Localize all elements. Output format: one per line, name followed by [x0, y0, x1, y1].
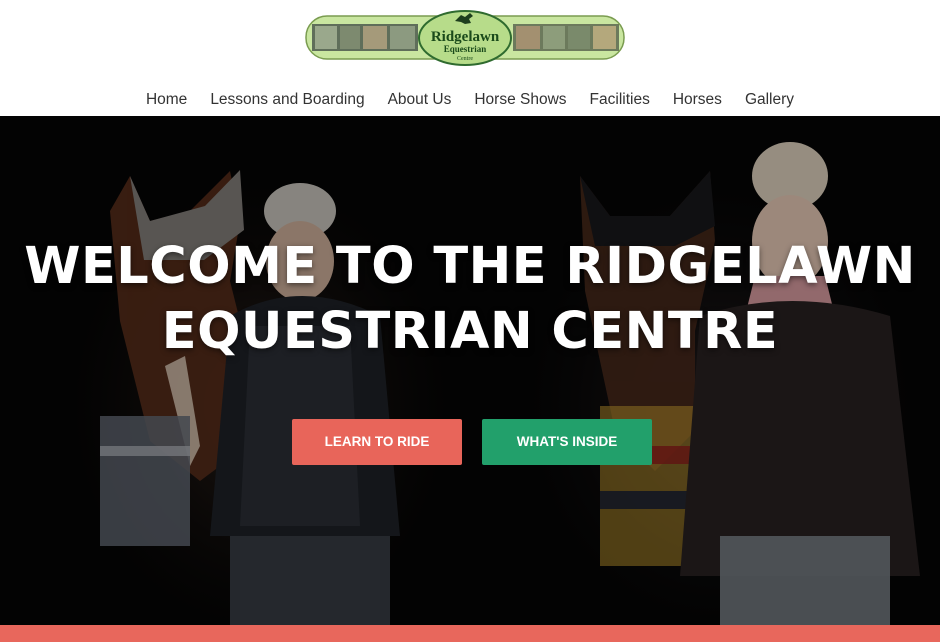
nav-item-horses[interactable]: Horses [661, 86, 733, 114]
nav-item-gallery[interactable]: Gallery [733, 86, 805, 114]
logo-text-equestrian: Equestrian [444, 44, 487, 54]
hero-background-photo [0, 116, 940, 625]
main-nav: Home Lessons and Boarding About Us Horse… [0, 86, 940, 114]
hero-section: WELCOME TO THE RIDGELAWN EQUESTRIAN CENT… [0, 116, 940, 625]
learn-to-ride-button[interactable]: LEARN TO RIDE [292, 419, 462, 465]
hero-title-line1: WELCOME TO THE RIDGELAWN [24, 237, 916, 296]
site-logo[interactable]: Ridgelawn Equestrian Centre [305, 7, 625, 67]
site-header: Ridgelawn Equestrian Centre Home Lessons… [0, 0, 940, 116]
hero-title: WELCOME TO THE RIDGELAWN EQUESTRIAN CENT… [0, 234, 940, 364]
nav-item-about-us[interactable]: About Us [376, 86, 463, 114]
section-divider-band [0, 625, 940, 642]
logo-text-centre: Centre [457, 56, 473, 62]
whats-inside-button[interactable]: WHAT'S INSIDE [482, 419, 652, 465]
hero-title-line2: EQUESTRIAN CENTRE [161, 302, 779, 361]
nav-item-facilities[interactable]: Facilities [578, 86, 661, 114]
nav-item-horse-shows[interactable]: Horse Shows [463, 86, 578, 114]
nav-item-lessons-and-boarding[interactable]: Lessons and Boarding [199, 86, 376, 114]
nav-item-home[interactable]: Home [134, 86, 198, 114]
logo-text-ridgelawn: Ridgelawn [431, 29, 500, 45]
